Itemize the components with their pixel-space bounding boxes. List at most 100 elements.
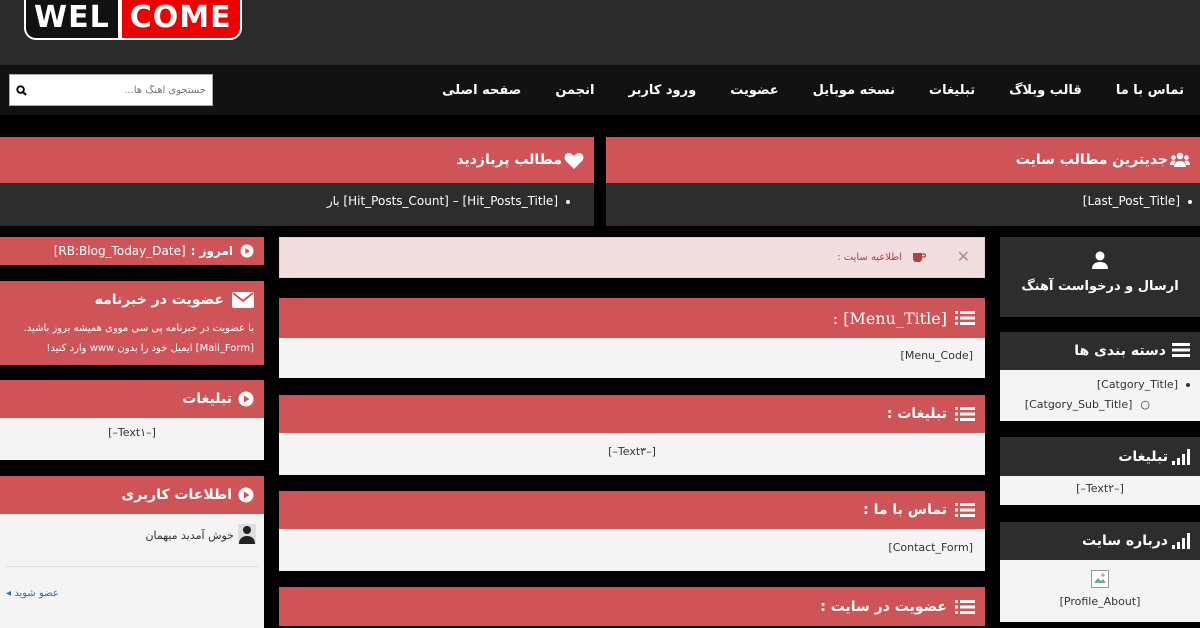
latest-posts-title: جدیترین مطالب سایت xyxy=(1015,152,1168,168)
center-ads-panel: تبلیغات : [–Text۳–] xyxy=(279,395,985,475)
logo-part-1: WEL xyxy=(24,0,120,40)
user-welcome-row: خوش آمدید میهمان xyxy=(8,524,256,547)
avatar-icon xyxy=(238,524,256,547)
list-icon xyxy=(955,599,975,615)
category-title: [Catgory_Title] xyxy=(1096,378,1178,391)
center-ads-title: تبلیغات : xyxy=(886,406,947,422)
signal-icon xyxy=(1172,533,1190,549)
about-panel: درباره سایت [Profile_About] xyxy=(1000,522,1200,622)
popular-posts-title: مطالب پربازدید xyxy=(456,152,562,168)
user-info-title: اطلاعات کاربری xyxy=(121,487,232,503)
nav-item-login[interactable]: ورود کاربر xyxy=(628,83,696,98)
list-icon xyxy=(955,406,975,422)
close-icon[interactable]: ✕ xyxy=(957,247,970,266)
today-date-panel: امروز : [RB:Blog_Today_Date] xyxy=(0,237,264,265)
left-ads-title: تبلیغات xyxy=(182,391,232,407)
coffee-icon xyxy=(910,250,927,266)
popular-posts-panel: مطالب پربازدید [Hit_Posts_Title] – [Hit_… xyxy=(0,137,594,226)
contact-form[interactable]: [Contact_Form] xyxy=(888,541,973,554)
play-circle-icon xyxy=(238,487,254,503)
user-info-header: اطلاعات کاربری xyxy=(0,476,264,514)
right-ads-title: تبلیغات xyxy=(1118,448,1168,465)
envelope-icon xyxy=(232,292,254,308)
nav-item-mobile[interactable]: نسخه موبایل xyxy=(813,83,895,98)
menu-code: [Menu_Code] xyxy=(900,349,973,362)
popular-posts-list: [Hit_Posts_Title] – [Hit_Posts_Count] با… xyxy=(0,183,594,226)
center-ads-body: [–Text۳–] xyxy=(279,433,985,475)
categories-header: دسته بندی ها xyxy=(1000,332,1200,370)
site-logo[interactable]: WEL COME xyxy=(24,0,242,40)
join-site-panel: عضویت در سایت : xyxy=(279,587,985,628)
newsletter-text: با عضویت در خبرنامه پی سی مووی همیشه برو… xyxy=(23,323,254,334)
about-title: درباره سایت xyxy=(1081,533,1168,549)
bullet xyxy=(1188,199,1192,204)
popular-posts-header: مطالب پربازدید xyxy=(0,137,594,183)
menu-title: [Menu_Title] : xyxy=(832,308,947,328)
latest-posts-panel: جدیترین مطالب سایت [Last_Post_Title] xyxy=(606,137,1200,226)
menu-panel: [Menu_Title] : [Menu_Code] xyxy=(279,298,985,378)
send-song-title: ارسال و درخواست آهنگ xyxy=(1021,279,1179,294)
latest-post-link[interactable]: [Last_Post_Title] xyxy=(1083,194,1180,208)
about-text: [Profile_About] xyxy=(1059,595,1141,608)
left-ads-panel: تبلیغات [–Text۱–] xyxy=(0,380,264,460)
send-song-panel[interactable]: ارسال و درخواست آهنگ xyxy=(1000,237,1200,317)
user-info-panel: اطلاعات کاربری خوش آمدید میهمان عضو شوید… xyxy=(0,476,264,628)
nav-item-templates[interactable]: قالب وبلاگ xyxy=(1009,83,1082,98)
notice-bar: ✕ اطلاعیه سایت : xyxy=(279,237,985,278)
heart-icon xyxy=(564,152,584,169)
left-ads-body: [–Text۱–] xyxy=(0,418,264,460)
newsletter-body: با عضویت در خبرنامه پی سی مووی همیشه برو… xyxy=(0,319,264,359)
right-ads-body: [–Text۲–] xyxy=(1000,476,1200,505)
notice-text: اطلاعیه سایت : xyxy=(837,252,902,263)
nav-item-register[interactable]: عضویت xyxy=(730,83,778,98)
list-icon xyxy=(955,502,975,518)
nav-item-home[interactable]: صفحه اصلی xyxy=(442,83,521,98)
join-link[interactable]: عضو شوید ◂ xyxy=(6,588,59,599)
about-header: درباره سایت xyxy=(1000,522,1200,560)
popular-post-link[interactable]: [Hit_Posts_Title] – [Hit_Posts_Count] با… xyxy=(327,194,558,208)
search-icon[interactable] xyxy=(10,84,32,96)
users-icon xyxy=(1170,152,1190,168)
join-site-header: عضویت در سایت : xyxy=(279,587,985,626)
circle-bullet: ○ xyxy=(1140,398,1150,411)
latest-posts-list: [Last_Post_Title] xyxy=(606,183,1200,226)
nav-item-contact[interactable]: تماس با ما xyxy=(1116,83,1184,98)
right-ads-text: [–Text۲–] xyxy=(1076,482,1124,495)
nav-item-forum[interactable]: انجمن xyxy=(555,83,594,98)
newsletter-header: عضویت در خبرنامه xyxy=(0,281,264,319)
subcategory-item[interactable]: ○ [Catgory_Sub_Title] xyxy=(1010,395,1190,415)
newsletter-title: عضویت در خبرنامه xyxy=(94,292,224,308)
left-ads-text: [–Text۱–] xyxy=(108,426,156,439)
user-info-body: خوش آمدید میهمان عضو شوید ◂ xyxy=(0,514,264,628)
today-date-bar: امروز : [RB:Blog_Today_Date] xyxy=(0,237,264,265)
today-label: امروز : xyxy=(190,244,233,258)
search-input[interactable] xyxy=(32,75,212,105)
join-link-text: عضو شوید xyxy=(14,588,59,599)
contact-body: [Contact_Form] xyxy=(279,529,985,571)
today-date-value: [RB:Blog_Today_Date] xyxy=(53,244,186,258)
newsletter-form[interactable]: [Mail_Form] ایمیل خود را بدون www وارد ک… xyxy=(10,339,254,359)
center-ads-header: تبلیغات : xyxy=(279,395,985,433)
latest-posts-header: جدیترین مطالب سایت xyxy=(606,137,1200,183)
join-site-title: عضویت در سایت : xyxy=(820,598,947,615)
nav-item-ads[interactable]: تبلیغات xyxy=(929,83,975,98)
subcategory-title: [Catgory_Sub_Title] xyxy=(1024,398,1133,411)
newsletter-panel: عضویت در خبرنامه با عضویت در خبرنامه پی … xyxy=(0,281,264,365)
contact-panel: تماس با ما : [Contact_Form] xyxy=(279,491,985,571)
bullet xyxy=(1186,383,1190,387)
left-ads-header: تبلیغات xyxy=(0,380,264,418)
category-item[interactable]: [Catgory_Title] xyxy=(1010,375,1190,395)
play-circle-icon xyxy=(238,391,254,407)
categories-title: دسته بندی ها xyxy=(1074,343,1166,359)
center-ads-text: [–Text۳–] xyxy=(608,445,656,458)
contact-header: تماس با ما : xyxy=(279,491,985,529)
list-icon xyxy=(955,310,975,326)
bars-icon xyxy=(1172,343,1190,359)
top-header: WEL COME xyxy=(0,0,1200,65)
search-box xyxy=(9,74,213,106)
categories-list: [Catgory_Title] ○ [Catgory_Sub_Title] xyxy=(1000,370,1200,421)
logo-part-2: COME xyxy=(119,0,242,40)
right-ads-panel: تبلیغات [–Text۲–] xyxy=(1000,437,1200,505)
bullet xyxy=(566,199,570,204)
menu-body: [Menu_Code] xyxy=(279,338,985,378)
